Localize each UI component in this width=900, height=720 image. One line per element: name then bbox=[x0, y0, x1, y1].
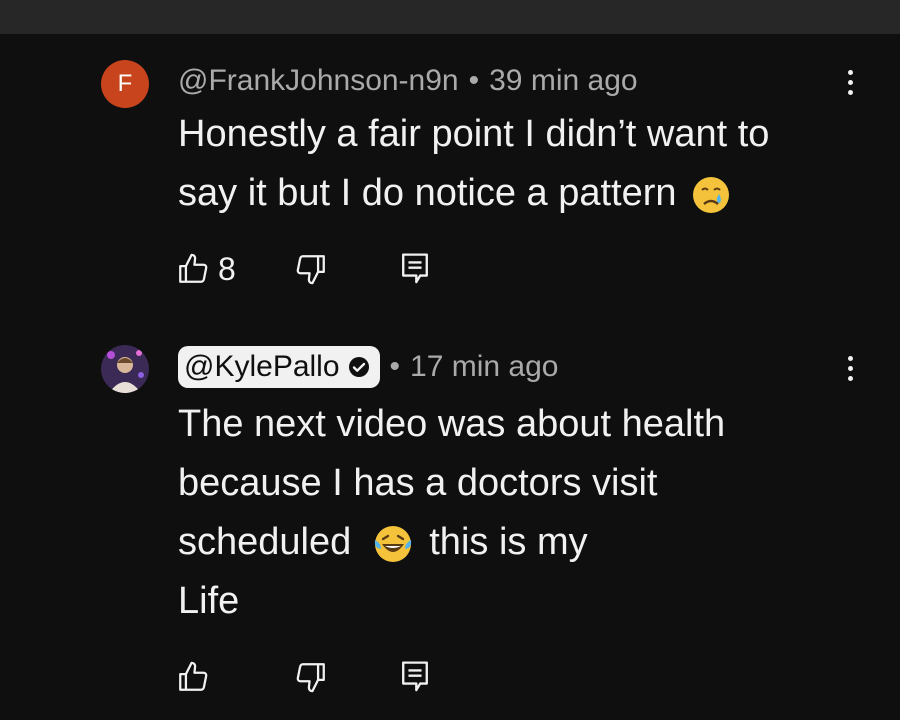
like-count: 8 bbox=[218, 250, 236, 287]
comment-meta: @FrankJohnson-n9n • 39 min ago bbox=[178, 60, 638, 102]
top-bar bbox=[0, 0, 900, 34]
reply-icon bbox=[402, 253, 428, 284]
comment-inline-text: this is my bbox=[429, 521, 588, 563]
comment-line: scheduled bbox=[178, 521, 352, 563]
comment-line: say it but I do notice a pattern bbox=[178, 172, 677, 214]
comment-line: Honestly a fair point I didn’t want to bbox=[178, 113, 770, 155]
laughing-tears-icon bbox=[375, 525, 412, 562]
avatar-photo-icon bbox=[101, 345, 149, 393]
dislike-button[interactable] bbox=[294, 249, 328, 289]
comment-actions bbox=[176, 657, 456, 697]
verified-check-icon bbox=[348, 357, 369, 377]
reply-button[interactable] bbox=[400, 657, 430, 697]
comment-time: 17 min ago bbox=[410, 350, 559, 383]
author-name: @KylePallo bbox=[184, 350, 340, 383]
author-chip[interactable]: @KylePallo bbox=[178, 346, 380, 388]
comment-time: 39 min ago bbox=[489, 64, 638, 97]
author-name[interactable]: @FrankJohnson-n9n bbox=[178, 64, 459, 98]
thumbs-up-icon bbox=[179, 661, 208, 691]
reply-button[interactable] bbox=[400, 249, 430, 289]
comment-actions: 8 bbox=[176, 249, 456, 289]
more-options-icon[interactable] bbox=[836, 348, 864, 388]
thumbs-down-icon bbox=[296, 663, 325, 693]
avatar-letter: F bbox=[117, 70, 133, 97]
avatar[interactable]: F bbox=[101, 60, 149, 108]
like-button[interactable] bbox=[176, 657, 210, 697]
thumbs-up-icon bbox=[179, 253, 208, 283]
meta-separator: • bbox=[468, 64, 480, 97]
comment-text: Honestly a fair point I didn’t want to s… bbox=[178, 105, 838, 223]
crying-face-icon bbox=[692, 176, 729, 213]
comment-line-with-emoji: say it but I do notice a pattern bbox=[178, 164, 838, 223]
like-button[interactable]: 8 bbox=[176, 249, 236, 289]
dislike-button[interactable] bbox=[294, 657, 328, 697]
comment-line-with-emoji: scheduled this is my bbox=[178, 513, 838, 572]
comment-line: because I has a doctors visit bbox=[178, 462, 658, 504]
comment-text: The next video was about health because … bbox=[178, 395, 838, 631]
comment-meta: @KylePallo • 17 min ago bbox=[178, 344, 558, 390]
reply-icon bbox=[402, 661, 428, 692]
comment-line: Life bbox=[178, 580, 240, 622]
more-options-icon[interactable] bbox=[836, 62, 864, 102]
meta-separator: • bbox=[389, 350, 401, 383]
comment-line: The next video was about health bbox=[178, 403, 726, 445]
thumbs-down-icon bbox=[296, 255, 325, 285]
avatar[interactable] bbox=[101, 345, 149, 393]
